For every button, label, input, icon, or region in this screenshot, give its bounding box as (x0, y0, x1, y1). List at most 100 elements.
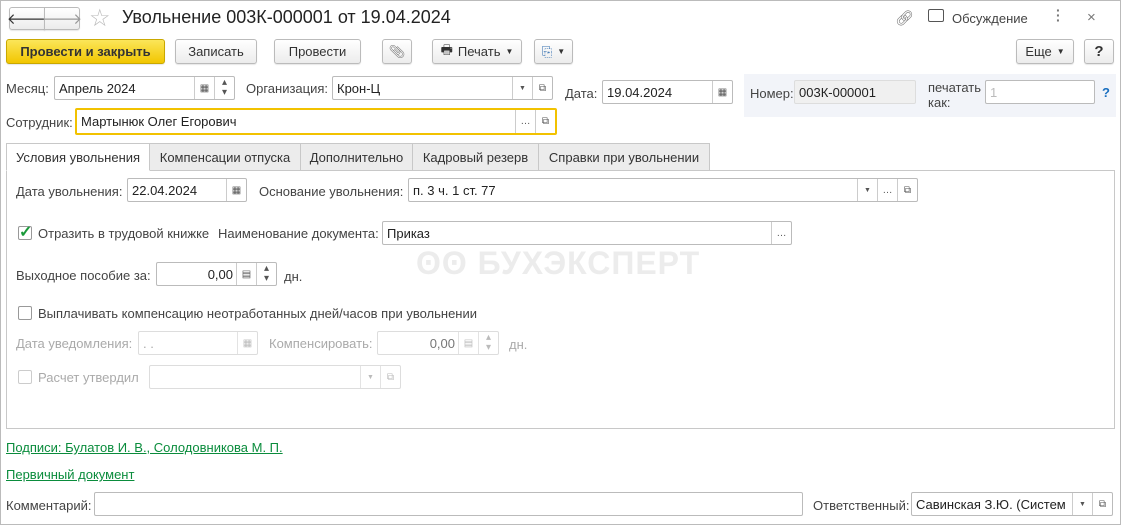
date-value[interactable]: 19.04.2024 (603, 85, 712, 100)
export-button[interactable]: ⎘ ▼ (534, 39, 573, 64)
notice-date-value[interactable]: . . (139, 336, 237, 351)
tab-personnel-reserve[interactable]: Кадровый резерв (412, 143, 539, 171)
link-icon[interactable]: 🔗︎ (895, 9, 914, 27)
compensate-field[interactable]: 0,00 ▤ ▴ ▾ (377, 331, 499, 355)
responsible-label: Ответственный: (813, 498, 910, 513)
tab-dismissal-conditions[interactable]: Условия увольнения (6, 143, 150, 171)
more-vert-icon[interactable]: · · · (1056, 3, 1061, 27)
print-as-field[interactable]: 1 (985, 80, 1095, 104)
compensate-label: Компенсировать: (269, 336, 373, 351)
calculator-icon[interactable]: ▤ (236, 263, 256, 285)
dropdown-arrow-icon[interactable]: ▼ (360, 366, 380, 388)
organization-value[interactable]: Крон-Ц (333, 81, 512, 96)
select-button[interactable]: … (771, 222, 791, 244)
save-button[interactable]: Записать (175, 39, 257, 64)
discussion-button[interactable]: Обсуждение (952, 11, 1028, 26)
primary-document-link[interactable]: Первичный документ (6, 467, 134, 482)
calendar-icon[interactable]: ▦ (226, 179, 246, 201)
dropdown-arrow-icon: ▼ (505, 47, 514, 56)
open-icon[interactable]: ⧉ (532, 77, 552, 99)
date-field[interactable]: 19.04.2024 ▦ (602, 80, 733, 104)
compensate-value[interactable]: 0,00 (378, 336, 458, 351)
severance-value[interactable]: 0,00 (157, 267, 236, 282)
calendar-icon[interactable]: ▦ (712, 81, 732, 103)
spinner[interactable]: ▴ ▾ (256, 263, 276, 285)
dropdown-arrow-icon: ▼ (1056, 47, 1065, 56)
more-button[interactable]: Еще ▼ (1016, 39, 1074, 64)
compensate-days-unit: дн. (509, 337, 528, 352)
checkmark-icon: ✓ (19, 224, 33, 241)
month-value[interactable]: Апрель 2024 (55, 81, 194, 96)
comment-field[interactable] (94, 492, 803, 516)
select-button[interactable]: … (515, 110, 535, 133)
spinner[interactable]: ▴ ▾ (478, 332, 498, 354)
responsible-value[interactable]: Савинская З.Ю. (Систем (912, 497, 1072, 512)
tab-dismissal-certificates[interactable]: Справки при увольнении (538, 143, 710, 171)
responsible-field[interactable]: Савинская З.Ю. (Систем ▼ ⧉ (911, 492, 1113, 516)
help-button[interactable]: ? (1084, 39, 1114, 64)
pay-compensation-label: Выплачивать компенсацию неотработанных д… (38, 306, 478, 321)
forward-button[interactable]: 🡒 (42, 7, 82, 30)
dropdown-arrow-icon[interactable]: ▼ (1072, 493, 1092, 515)
print-button[interactable]: 🖶 Печать ▼ (432, 39, 522, 64)
dropdown-arrow-icon[interactable]: ▼ (857, 179, 877, 201)
dismissal-date-value[interactable]: 22.04.2024 (128, 183, 226, 198)
month-field[interactable]: Апрель 2024 ▦ ▴ ▾ (54, 76, 235, 100)
calculator-icon[interactable]: ▤ (458, 332, 478, 354)
dismissal-basis-field[interactable]: п. 3 ч. 1 ст. 77 ▼… ⧉ (408, 178, 918, 202)
dropdown-arrow-icon[interactable]: ▼ (512, 77, 532, 99)
dismissal-basis-label: Основание увольнения: (259, 184, 404, 199)
signatures-link[interactable]: Подписи: Булатов И. В., Солодовникова М.… (6, 440, 283, 455)
open-icon[interactable]: ⧉ (535, 110, 555, 133)
select-button[interactable]: … (877, 179, 897, 201)
watermark-logo: ʘʘ БУХЭКСПЕРТ (416, 245, 701, 281)
document-name-field[interactable]: Приказ… (382, 221, 792, 245)
severance-label: Выходное пособие за: (16, 268, 151, 283)
dismissal-date-field[interactable]: 22.04.2024 ▦ (127, 178, 247, 202)
notice-date-label: Дата уведомления: (16, 336, 133, 351)
dismissal-basis-value[interactable]: п. 3 ч. 1 ст. 77 (409, 183, 857, 198)
employee-label: Сотрудник: (6, 115, 73, 130)
print-as-label: печатать как: (928, 80, 982, 110)
organization-field[interactable]: Крон-Ц ▼ ⧉ (332, 76, 553, 100)
organization-label: Организация: (246, 81, 329, 96)
calendar-icon[interactable]: ▦ (237, 332, 257, 354)
calculation-approved-checkbox[interactable] (18, 370, 32, 384)
notice-date-field[interactable]: . . ▦ (138, 331, 258, 355)
discussion-icon (928, 9, 944, 22)
print-as-help-link[interactable]: ? (1102, 85, 1110, 100)
close-icon[interactable]: × (1087, 9, 1096, 26)
reflect-in-workbook-checkbox[interactable]: ✓ (18, 224, 32, 241)
post-button[interactable]: Провести (274, 39, 361, 64)
tab-additional[interactable]: Дополнительно (300, 143, 413, 171)
number-field[interactable]: 003К-000001 (794, 80, 916, 104)
comment-label: Комментарий: (6, 498, 92, 513)
paperclip-icon: 📎︎ (388, 43, 406, 59)
reflect-in-workbook-label: Отразить в трудовой книжке (38, 226, 210, 241)
employee-value[interactable]: Мартынюк Олег Егорович (77, 114, 515, 129)
back-button[interactable]: 🡐 (7, 7, 47, 30)
severance-field[interactable]: 0,00 ▤ ▴ ▾ (156, 262, 277, 286)
attachment-button[interactable]: 📎︎ (382, 39, 412, 64)
calculation-approved-label: Расчет утвердил (38, 370, 139, 385)
calendar-icon[interactable]: ▦ (194, 77, 214, 99)
more-label: Еще (1025, 44, 1052, 59)
open-icon[interactable]: ⧉ (897, 179, 917, 201)
star-icon[interactable]: ☆ (89, 4, 111, 33)
calculation-approved-field[interactable]: ▼ ⧉ (149, 365, 401, 389)
employee-field[interactable]: Мартынюк Олег Егорович… ⧉ (75, 108, 557, 135)
dismissal-date-label: Дата увольнения: (16, 184, 123, 199)
open-icon[interactable]: ⧉ (380, 366, 400, 388)
export-icon: ⎘ (541, 43, 553, 59)
tab-panel (6, 170, 1115, 429)
post-and-close-button[interactable]: Провести и закрыть (6, 39, 165, 64)
number-value[interactable]: 003К-000001 (795, 85, 915, 100)
printer-icon: 🖶 (440, 41, 453, 57)
severance-days-unit: дн. (284, 269, 303, 284)
tab-vacation-compensation[interactable]: Компенсации отпуска (149, 143, 301, 171)
pay-compensation-checkbox[interactable] (18, 306, 32, 320)
print-as-placeholder: 1 (990, 84, 998, 100)
open-icon[interactable]: ⧉ (1092, 493, 1112, 515)
spinner[interactable]: ▴ ▾ (214, 77, 234, 99)
document-name-value[interactable]: Приказ (383, 226, 771, 241)
